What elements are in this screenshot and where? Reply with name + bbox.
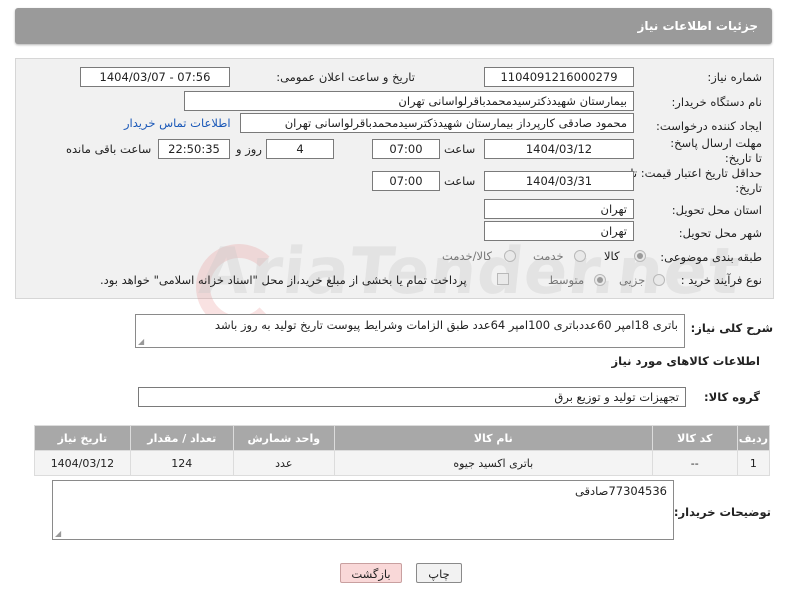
price-time-field: 07:00 <box>372 171 440 191</box>
need-number-label: شماره نیاز: <box>707 70 762 84</box>
cell-goods-code: -- <box>651 450 738 476</box>
description-textarea[interactable]: باتری 18امپر 60عددباتری 100امپر 64عدد طب… <box>135 314 685 348</box>
cell-unit: عدد <box>232 450 335 476</box>
description-text: باتری 18امپر 60عددباتری 100امپر 64عدد طب… <box>214 318 678 332</box>
description-label: شرح کلی نیاز: <box>690 321 773 335</box>
remaining-time-field: 22:50:35 <box>158 139 230 159</box>
print-button[interactable]: چاپ <box>416 563 462 583</box>
col-goods-name: نام کالا <box>333 425 653 451</box>
buyer-org-label: نام دستگاه خریدار: <box>671 95 762 109</box>
price-time-label: ساعت <box>444 174 476 188</box>
buyer-notes-text: 77304536صادقی <box>574 484 667 498</box>
page-title: جزئیات اطلاعات نیاز <box>637 19 758 33</box>
cell-goods-name: باتری اکسید جیوه <box>333 450 653 476</box>
page-header: جزئیات اطلاعات نیاز <box>15 8 772 44</box>
col-goods-code: کد کالا <box>651 425 738 451</box>
province-label: استان محل تحویل: <box>671 203 762 217</box>
col-row-number: ردیف <box>736 425 771 451</box>
buyer-org-field: بیمارستان شهیدذکترسیدمحمدباقرلواسانی تهر… <box>184 91 634 111</box>
resize-handle-icon: ◢ <box>55 529 62 538</box>
reply-deadline-label: مهلت ارسال پاسخ: تا تاریخ: <box>670 136 762 165</box>
back-button[interactable]: بازگشت <box>340 563 402 583</box>
announce-datetime-field: 1404/03/07 - 07:56 <box>80 67 230 87</box>
process-label: نوع فرآیند خرید : <box>680 273 762 287</box>
category-radio-goods[interactable] <box>634 250 646 262</box>
category-option-service: خدمت <box>533 249 564 263</box>
creator-label: ایجاد کننده درخواست: <box>656 119 762 133</box>
remaining-days-field: 4 <box>266 139 334 159</box>
col-quantity: تعداد / مقدار <box>129 425 234 451</box>
province-field: تهران <box>484 199 634 219</box>
resize-handle-icon: ◢ <box>138 337 145 346</box>
remaining-time-label: ساعت باقی مانده <box>66 142 152 156</box>
buyer-contact-link[interactable]: اطلاعات تماس خریدار <box>124 116 231 130</box>
process-radio-minor[interactable] <box>653 274 665 286</box>
price-date-field: 1404/03/31 <box>484 171 634 191</box>
cell-quantity: 124 <box>129 450 234 476</box>
cell-need-date: 1404/03/12 <box>34 450 131 476</box>
goods-group-label: گروه کالا: <box>704 390 760 404</box>
goods-section-title: اطلاعات کالاهای مورد نیاز <box>611 354 760 368</box>
need-number-field: 1104091216000279 <box>484 67 634 87</box>
buyer-notes-label: توضیحات خریدار: <box>673 505 771 519</box>
city-field: تهران <box>484 221 634 241</box>
announce-label: تاریخ و ساعت اعلان عمومی: <box>276 70 415 84</box>
process-option-minor: جزیی <box>619 273 646 287</box>
city-label: شهر محل تحویل: <box>678 226 762 240</box>
reply-time-field: 07:00 <box>372 139 440 159</box>
category-option-goods-service: کالا/خدمت <box>442 249 493 263</box>
goods-table: ردیف کد کالا نام کالا واحد شمارش تعداد /… <box>34 425 771 476</box>
category-radio-service[interactable] <box>574 250 586 262</box>
reply-date-field: 1404/03/12 <box>484 139 634 159</box>
reply-time-label: ساعت <box>444 142 476 156</box>
treasury-payment-checkbox[interactable] <box>497 273 509 285</box>
price-validity-label: حداقل تاریخ اعتبار قیمت: تا تاریخ: <box>630 166 762 195</box>
treasury-payment-note: پرداخت تمام یا بخشی از مبلغ خرید،از محل … <box>100 273 467 287</box>
goods-group-field: تجهیزات تولید و توزیع برق <box>138 387 686 407</box>
category-radio-goods-service[interactable] <box>504 250 516 262</box>
category-label: طبقه بندی موضوعی: <box>660 250 762 264</box>
category-option-goods: کالا <box>604 249 620 263</box>
buyer-notes-textarea[interactable]: 77304536صادقی ◢ <box>52 480 674 540</box>
table-header-row: ردیف کد کالا نام کالا واحد شمارش تعداد /… <box>34 425 771 451</box>
cell-row-number: 1 <box>736 450 771 476</box>
creator-field: محمود صادقی کارپرداز بیمارستان شهیدذکترس… <box>240 113 634 133</box>
process-option-medium: متوسط <box>548 273 585 287</box>
process-radio-medium[interactable] <box>594 274 606 286</box>
col-unit: واحد شمارش <box>232 425 335 451</box>
table-row[interactable]: 1 -- باتری اکسید جیوه عدد 124 1404/03/12 <box>34 450 771 476</box>
days-label: روز و <box>236 142 262 156</box>
col-need-date: تاریخ نیاز <box>34 425 131 451</box>
